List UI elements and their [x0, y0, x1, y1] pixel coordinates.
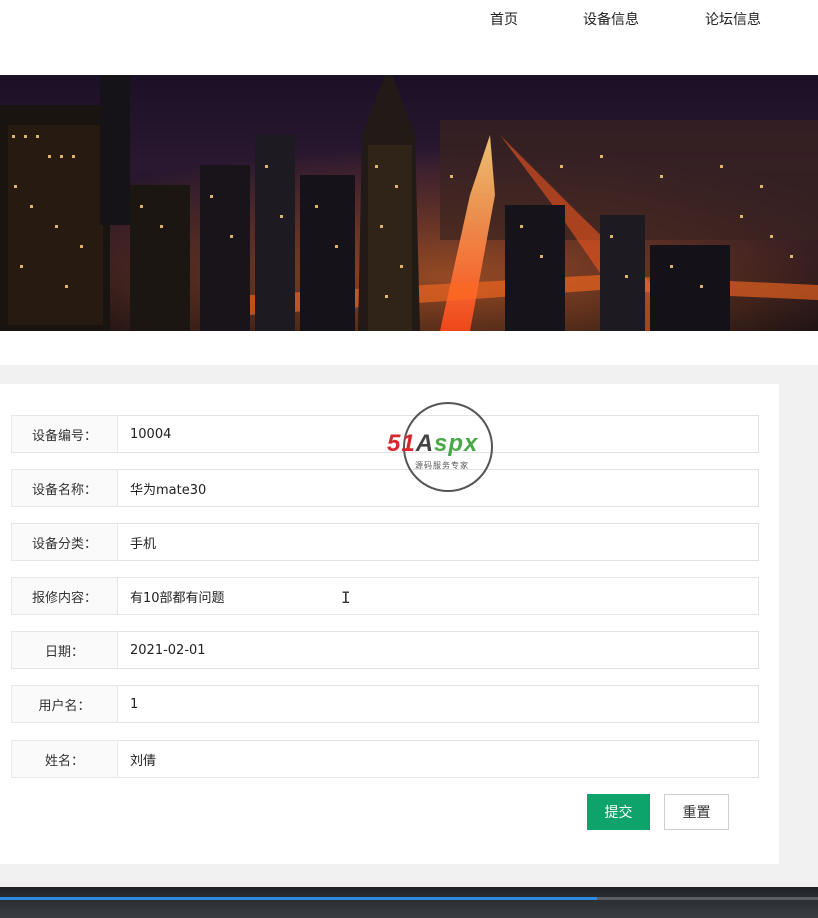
- repair-content-field[interactable]: 有10部都有问题: [118, 577, 759, 615]
- nav-item-home[interactable]: 首页: [490, 9, 518, 29]
- text-cursor-icon: I: [341, 588, 351, 607]
- video-control-bar: [0, 887, 818, 918]
- full-name-field[interactable]: 刘倩: [118, 740, 759, 778]
- nav-item-device-info[interactable]: 设备信息: [583, 9, 639, 29]
- username-field[interactable]: 1: [118, 685, 759, 723]
- submit-button[interactable]: 提交: [587, 794, 650, 830]
- video-progress-fill: [0, 897, 598, 900]
- username-label: 用户名：: [11, 685, 118, 723]
- form-row-device-id: 设备编号： 10004: [11, 415, 759, 453]
- city-skyline-image: [0, 75, 818, 331]
- form-row-username: 用户名： 1: [11, 685, 759, 723]
- device-category-field[interactable]: 手机: [118, 523, 759, 561]
- form-row-device-category: 设备分类： 手机: [11, 523, 759, 561]
- repair-form-card: [0, 384, 779, 864]
- device-id-label: 设备编号：: [11, 415, 118, 453]
- reset-button[interactable]: 重置: [664, 794, 729, 830]
- full-name-label: 姓名：: [11, 740, 118, 778]
- device-name-field[interactable]: 华为mate30: [118, 469, 759, 507]
- form-row-full-name: 姓名： 刘倩: [11, 740, 759, 778]
- banner-image: [0, 75, 818, 331]
- date-field[interactable]: 2021-02-01: [118, 631, 759, 669]
- device-name-label: 设备名称：: [11, 469, 118, 507]
- device-category-label: 设备分类：: [11, 523, 118, 561]
- form-row-repair-content: 报修内容： 有10部都有问题: [11, 577, 759, 615]
- date-label: 日期：: [11, 631, 118, 669]
- top-navigation: 首页 设备信息 论坛信息: [0, 0, 818, 75]
- form-row-device-name: 设备名称： 华为mate30: [11, 469, 759, 507]
- repair-content-label: 报修内容：: [11, 577, 118, 615]
- nav-item-forum-info[interactable]: 论坛信息: [705, 9, 761, 29]
- device-id-field[interactable]: 10004: [118, 415, 759, 453]
- form-row-date: 日期： 2021-02-01: [11, 631, 759, 669]
